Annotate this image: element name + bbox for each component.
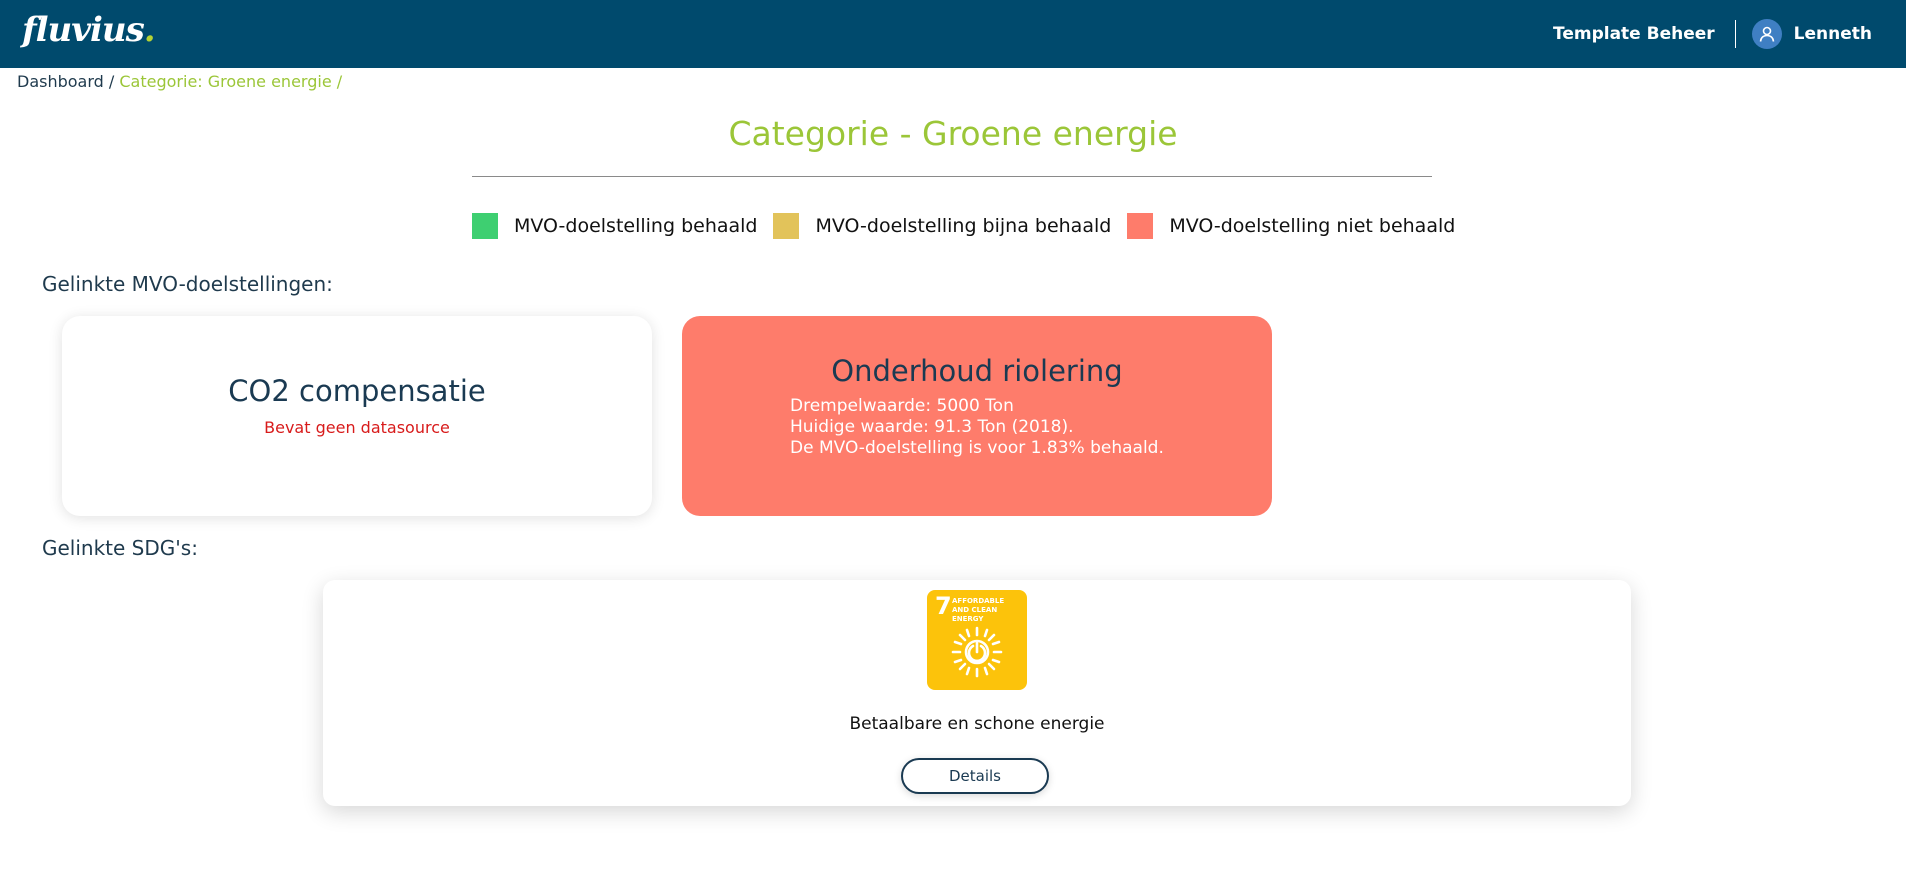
sdg-panel: 7 AFFORDABLE AND CLEAN ENERGY Betaalbare… xyxy=(323,580,1631,806)
goal-card-details: Drempelwaarde: 5000 Ton Huidige waarde: … xyxy=(790,396,1164,459)
user-avatar-icon xyxy=(1751,19,1782,49)
linked-sdgs-heading: Gelinkte SDG's: xyxy=(42,536,198,560)
sdg-tile-label: AFFORDABLE AND CLEAN ENERGY xyxy=(952,597,1005,623)
logo-dot: . xyxy=(143,10,156,50)
top-navbar: fluvius. Template Beheer Lenneth xyxy=(0,0,1906,68)
legend-item-niet-behaald: MVO-doelstelling niet behaald xyxy=(1127,213,1455,239)
legend-swatch-red xyxy=(1127,213,1154,239)
goal-card-title: CO2 compensatie xyxy=(228,374,486,408)
breadcrumb: Dashboard / Categorie: Groene energie / xyxy=(17,72,342,91)
user-name: Lenneth xyxy=(1793,24,1872,44)
page-title: Categorie - Groene energie xyxy=(728,114,1178,153)
linked-goals-heading: Gelinkte MVO-doelstellingen: xyxy=(42,272,333,296)
user-menu[interactable]: Lenneth xyxy=(1751,19,1872,49)
goal-card-co2-compensatie[interactable]: CO2 compensatie Bevat geen datasource xyxy=(62,316,652,516)
legend-label: MVO-doelstelling behaald xyxy=(514,215,758,237)
legend-label: MVO-doelstelling niet behaald xyxy=(1169,215,1456,237)
template-beheer-link[interactable]: Template Beheer xyxy=(1553,24,1715,44)
title-divider xyxy=(472,176,1432,177)
breadcrumb-category[interactable]: Categorie: Groene energie / xyxy=(119,72,342,91)
legend-swatch-green xyxy=(472,213,498,239)
goal-card-onderhoud-riolering[interactable]: Onderhoud riolering Drempelwaarde: 5000 … xyxy=(682,316,1272,516)
current-value: Huidige waarde: 91.3 Ton (2018). xyxy=(790,417,1074,437)
sdg-7-tile: 7 AFFORDABLE AND CLEAN ENERGY xyxy=(927,590,1027,690)
legend-item-bijna-behaald: MVO-doelstelling bijna behaald xyxy=(773,213,1111,239)
sun-power-icon xyxy=(951,626,1003,678)
navbar-right: Template Beheer Lenneth xyxy=(1553,0,1872,68)
sdg-details-button[interactable]: Details xyxy=(901,758,1049,794)
legend-swatch-yellow xyxy=(773,213,800,239)
sdg-name: Betaalbare en schone energie xyxy=(849,714,1105,734)
breadcrumb-dashboard[interactable]: Dashboard / xyxy=(17,72,114,91)
achievement-percentage: De MVO-doelstelling is voor 1.83% behaal… xyxy=(790,438,1164,458)
legend-label: MVO-doelstelling bijna behaald xyxy=(815,215,1112,237)
nav-divider xyxy=(1734,20,1736,48)
threshold-value: Drempelwaarde: 5000 Ton xyxy=(790,396,1014,416)
status-legend: MVO-doelstelling behaald MVO-doelstellin… xyxy=(472,213,1471,239)
logo-text: fluvius xyxy=(22,10,145,50)
fluvius-logo[interactable]: fluvius. xyxy=(22,8,156,52)
legend-item-behaald: MVO-doelstelling behaald xyxy=(472,213,757,239)
no-datasource-message: Bevat geen datasource xyxy=(264,418,450,437)
goal-card-title: Onderhoud riolering xyxy=(831,354,1123,388)
sdg-number: 7 xyxy=(935,592,952,620)
